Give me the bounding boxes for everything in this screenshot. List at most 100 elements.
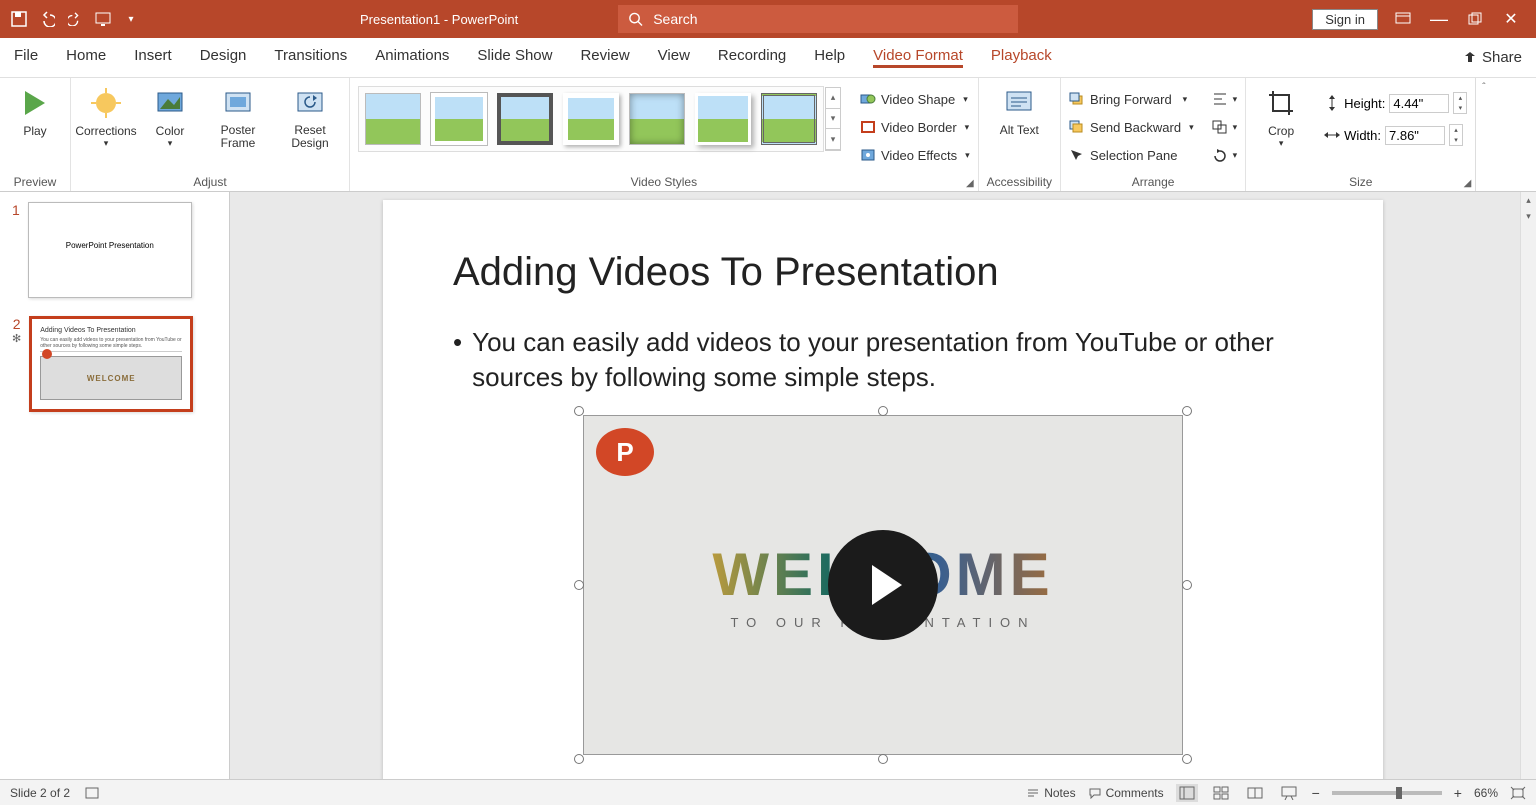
resize-handle[interactable] — [1182, 754, 1192, 764]
video-styles-gallery[interactable]: ▴▾▾ — [358, 86, 824, 152]
tab-file[interactable]: File — [14, 47, 38, 68]
gallery-scroll[interactable]: ▴▾▾ — [825, 87, 841, 151]
video-shape-button[interactable]: Video Shape▾ — [860, 86, 970, 112]
search-input[interactable] — [653, 11, 1008, 27]
tab-home[interactable]: Home — [66, 47, 106, 68]
resize-handle[interactable] — [574, 580, 584, 590]
slide-thumbnail-pane[interactable]: 1 PowerPoint Presentation 2 ✻ Adding Vid… — [0, 192, 230, 779]
slide-counter[interactable]: Slide 2 of 2 — [10, 786, 70, 800]
group-button[interactable]: ▾ — [1212, 114, 1238, 140]
zoom-thumb[interactable] — [1396, 787, 1402, 799]
resize-handle[interactable] — [878, 754, 888, 764]
color-button[interactable]: Color ▾ — [143, 86, 197, 149]
fit-to-window-icon[interactable] — [1510, 786, 1526, 800]
sign-in-button[interactable]: Sign in — [1312, 9, 1378, 30]
video-style-option[interactable] — [695, 93, 751, 145]
size-launcher-icon[interactable]: ◢ — [1464, 178, 1472, 189]
tab-recording[interactable]: Recording — [718, 47, 786, 68]
selection-pane-button[interactable]: Selection Pane — [1069, 142, 1194, 168]
scroll-up-icon[interactable]: ▴ — [1521, 192, 1536, 208]
slide-bullet[interactable]: • You can easily add videos to your pres… — [453, 325, 1313, 395]
corrections-button[interactable]: Corrections ▾ — [79, 86, 133, 149]
reset-design-label: Reset Design — [279, 124, 341, 150]
start-from-beginning-icon[interactable] — [92, 8, 114, 30]
tab-design[interactable]: Design — [200, 47, 247, 68]
resize-handle[interactable] — [878, 406, 888, 416]
redo-icon[interactable] — [64, 8, 86, 30]
width-spinner[interactable]: ▴▾ — [1449, 124, 1463, 146]
collapse-ribbon-icon[interactable]: ˆ — [1475, 78, 1491, 191]
comments-button[interactable]: Comments — [1088, 786, 1164, 800]
zoom-level[interactable]: 66% — [1474, 786, 1498, 800]
thumbnail-entry[interactable]: 1 PowerPoint Presentation — [12, 202, 217, 298]
spell-check-icon[interactable] — [84, 786, 100, 800]
video-style-option[interactable] — [629, 93, 685, 145]
tab-animations[interactable]: Animations — [375, 47, 449, 68]
thumbnail-entry[interactable]: 2 ✻ Adding Videos To Presentation You ca… — [12, 316, 217, 412]
zoom-slider[interactable] — [1332, 791, 1442, 795]
slide-canvas[interactable]: Adding Videos To Presentation • You can … — [383, 200, 1383, 779]
video-object[interactable]: P WELCOME TO OUR PRESENTATION — [583, 415, 1183, 755]
undo-icon[interactable] — [36, 8, 58, 30]
play-button[interactable]: Play — [8, 86, 62, 138]
video-border-button[interactable]: Video Border▾ — [860, 114, 970, 140]
thumbnail-slide-2[interactable]: Adding Videos To Presentation You can ea… — [29, 316, 193, 412]
tab-playback[interactable]: Playback — [991, 47, 1052, 68]
reading-view-icon[interactable] — [1244, 784, 1266, 802]
slide-sorter-view-icon[interactable] — [1210, 784, 1232, 802]
video-style-option[interactable] — [365, 93, 421, 145]
share-button[interactable]: Share — [1462, 49, 1522, 66]
notes-button[interactable]: Notes — [1026, 786, 1075, 800]
align-button[interactable]: ▾ — [1212, 86, 1238, 112]
video-style-option[interactable] — [497, 93, 553, 145]
height-spinner[interactable]: ▴▾ — [1453, 92, 1467, 114]
ribbon-display-options-icon[interactable] — [1392, 8, 1414, 30]
customize-qat-icon[interactable]: ▾ — [120, 8, 142, 30]
resize-handle[interactable] — [1182, 406, 1192, 416]
slide-show-view-icon[interactable] — [1278, 784, 1300, 802]
group-label-video-styles: Video Styles — [631, 173, 698, 191]
thumbnail-number: 2 — [13, 316, 21, 332]
resize-handle[interactable] — [1182, 580, 1192, 590]
zoom-in-icon[interactable]: + — [1454, 785, 1462, 801]
video-effects-button[interactable]: Video Effects▾ — [860, 142, 970, 168]
tab-view[interactable]: View — [658, 47, 690, 68]
scroll-down-icon[interactable]: ▾ — [1521, 208, 1536, 224]
poster-frame-button[interactable]: Poster Frame — [207, 86, 269, 150]
close-icon[interactable]: ✕ — [1500, 8, 1522, 30]
video-style-option[interactable] — [761, 93, 817, 145]
maximize-icon[interactable] — [1464, 8, 1486, 30]
video-style-option[interactable] — [563, 93, 619, 145]
selection-pane-icon — [1069, 147, 1085, 163]
reset-design-button[interactable]: Reset Design — [279, 86, 341, 150]
menu-bar: File Home Insert Design Transitions Anim… — [0, 38, 1536, 78]
tab-slide-show[interactable]: Slide Show — [477, 47, 552, 68]
border-icon — [860, 119, 876, 135]
video-styles-launcher-icon[interactable]: ◢ — [966, 178, 974, 189]
normal-view-icon[interactable] — [1176, 784, 1198, 802]
rotate-button[interactable]: ▾ — [1212, 142, 1238, 168]
tab-video-format[interactable]: Video Format — [873, 47, 963, 68]
height-input[interactable] — [1389, 94, 1449, 113]
slide-editor-area[interactable]: Adding Videos To Presentation • You can … — [230, 192, 1536, 779]
width-input[interactable] — [1385, 126, 1445, 145]
video-style-option[interactable] — [431, 93, 487, 145]
tab-help[interactable]: Help — [814, 47, 845, 68]
tab-review[interactable]: Review — [580, 47, 629, 68]
send-backward-button[interactable]: Send Backward▾ — [1069, 114, 1194, 140]
slide-title[interactable]: Adding Videos To Presentation — [453, 250, 1313, 295]
crop-button[interactable]: Crop ▾ — [1254, 86, 1308, 149]
save-icon[interactable] — [8, 8, 30, 30]
tab-transitions[interactable]: Transitions — [274, 47, 347, 68]
resize-handle[interactable] — [574, 754, 584, 764]
tab-insert[interactable]: Insert — [134, 47, 172, 68]
search-box[interactable] — [618, 5, 1018, 33]
alt-text-button[interactable]: Alt Text — [992, 86, 1046, 137]
zoom-out-icon[interactable]: − — [1312, 785, 1320, 801]
resize-handle[interactable] — [574, 406, 584, 416]
ribbon-group-size: Crop ▾ Height: ▴▾ Width: ▴▾ Size ◢ — [1246, 78, 1475, 191]
thumbnail-slide-1[interactable]: PowerPoint Presentation — [28, 202, 192, 298]
bring-forward-button[interactable]: Bring Forward▾ — [1069, 86, 1194, 112]
vertical-scrollbar[interactable]: ▴ ▾ — [1520, 192, 1536, 779]
minimize-icon[interactable]: — — [1428, 8, 1450, 30]
